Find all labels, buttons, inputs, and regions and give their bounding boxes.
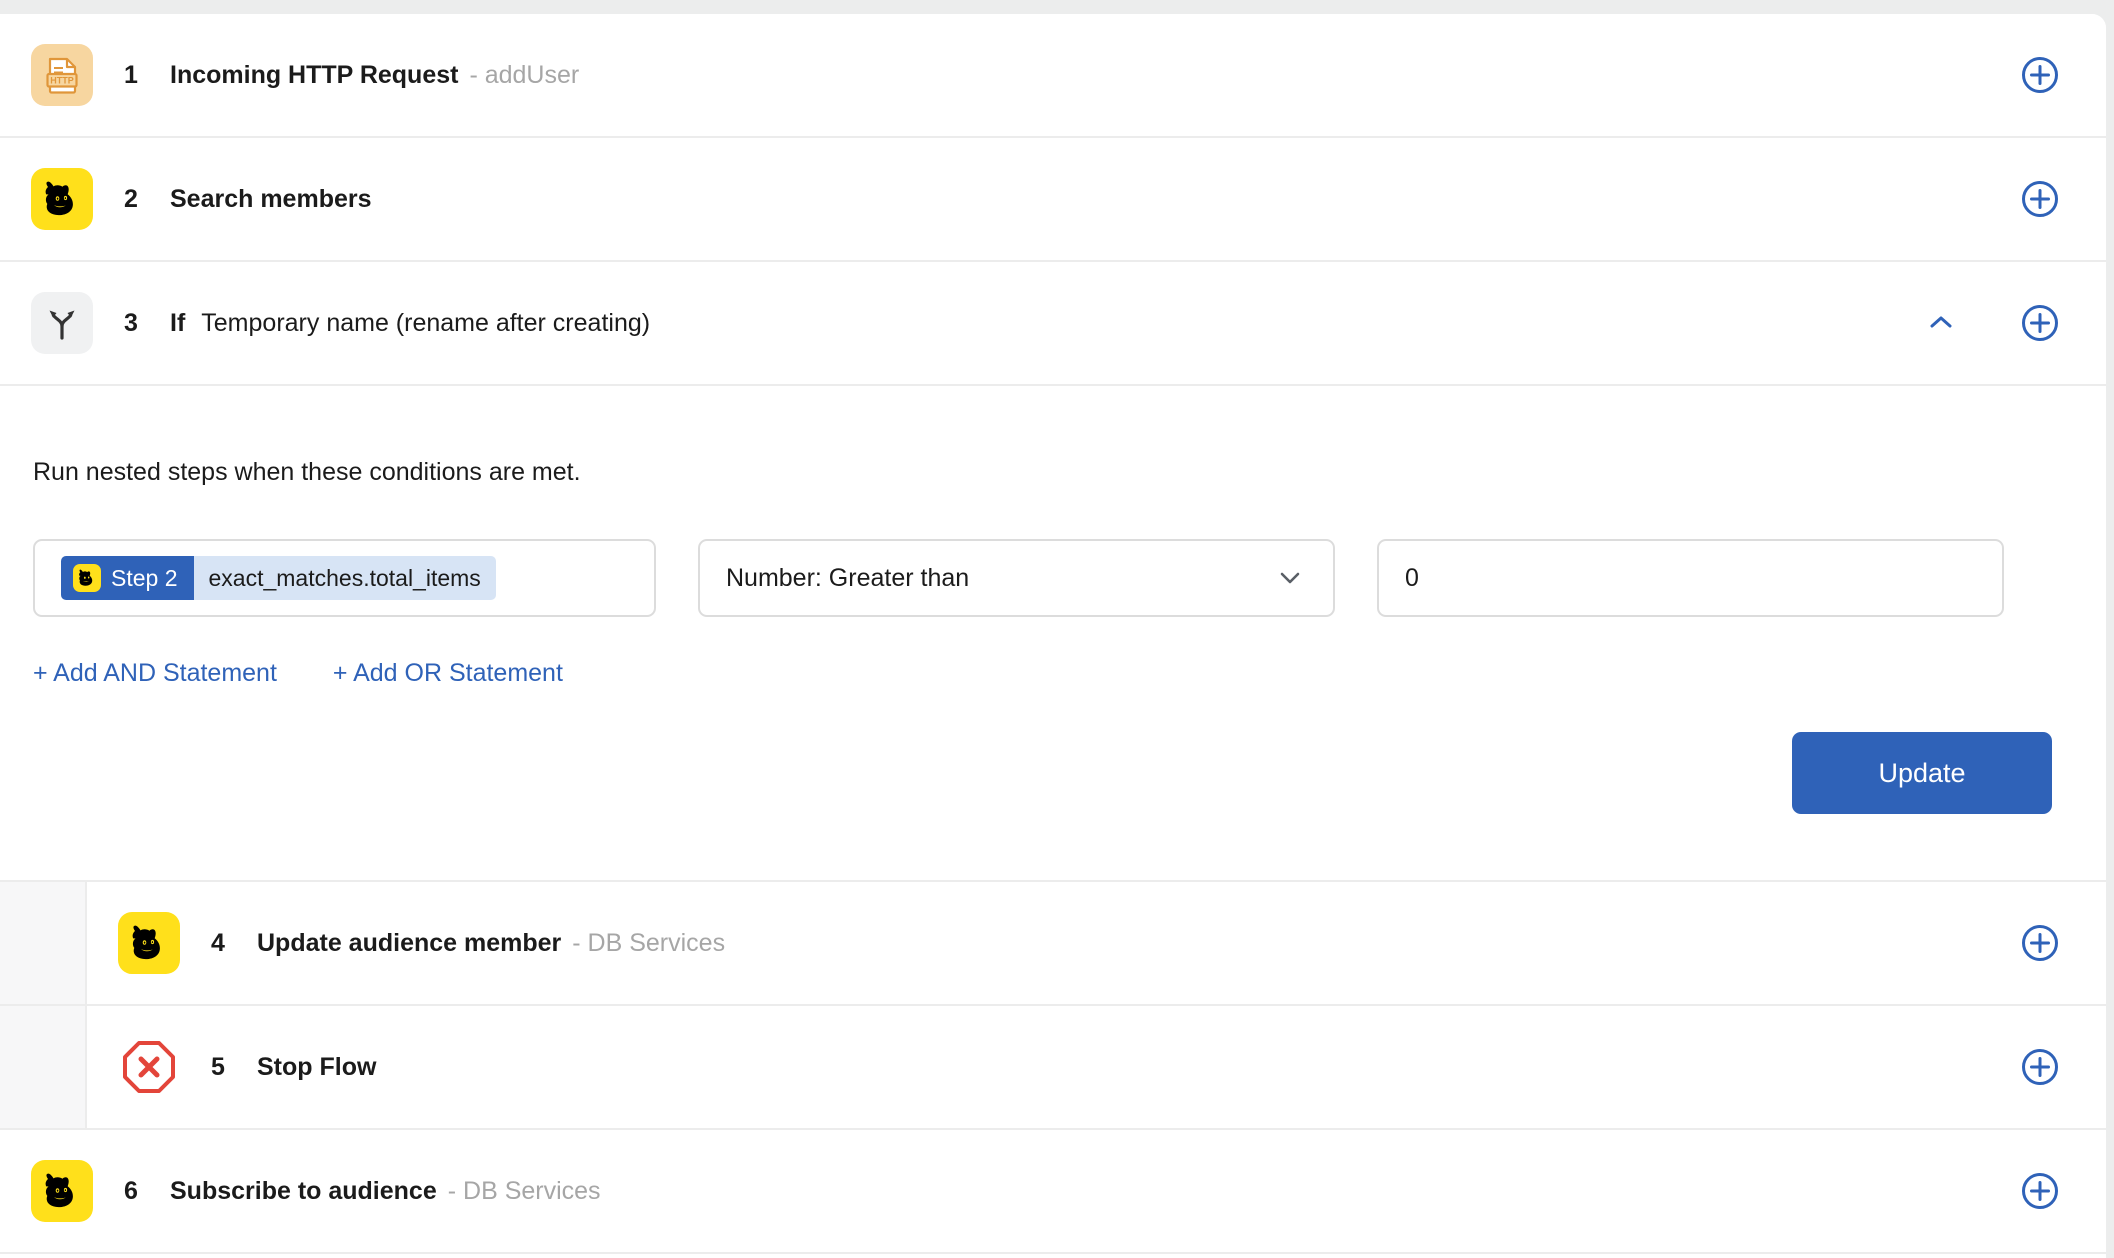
nested-step-4-icon-cell [87, 912, 211, 974]
step-3-icon-cell [0, 292, 124, 354]
step-token-step-label: Step 2 [111, 564, 178, 591]
chevron-down-icon [1273, 561, 1307, 595]
svg-text:HTTP: HTTP [50, 76, 74, 86]
http-document-icon: HTTP [31, 44, 93, 106]
nested-step-4-number: 4 [211, 928, 225, 957]
step-row-2[interactable]: 2 Search members [0, 138, 2106, 262]
nested-step-4-content: 4 Update audience member - DB Services [87, 882, 2106, 1004]
circle-plus-icon[interactable] [2018, 921, 2062, 965]
add-and-statement-link[interactable]: + Add AND Statement [33, 659, 277, 688]
circle-plus-icon[interactable] [2018, 177, 2062, 221]
step-3-title: Temporary name (rename after creating) [201, 308, 651, 337]
nested-step-4-title: Update audience member [257, 928, 562, 957]
step-row-6[interactable]: 6 Subscribe to audience - DB Services [0, 1130, 2106, 1254]
condition-panel: Run nested steps when these conditions a… [0, 386, 2106, 882]
nested-step-5-label: Stop Flow [257, 1053, 376, 1082]
nested-indent-gutter [0, 1006, 87, 1128]
step-3-label: If Temporary name (rename after creating… [170, 309, 650, 338]
step-2-label: Search members [170, 185, 372, 214]
branch-fork-icon [31, 292, 93, 354]
step-2-title: Search members [170, 184, 372, 213]
circle-plus-icon[interactable] [2018, 53, 2062, 97]
step-2-number: 2 [124, 184, 138, 213]
nested-step-5-content: 5 Stop Flow [87, 1006, 2106, 1128]
mailchimp-icon [31, 168, 93, 230]
step-3-number: 3 [124, 308, 138, 337]
mailchimp-icon [73, 564, 101, 592]
step-2-icon-cell [0, 168, 124, 230]
step-6-icon-cell [0, 1160, 124, 1222]
step-1-subtitle: - addUser [469, 60, 580, 89]
step-6-actions [2018, 1169, 2106, 1213]
circle-plus-icon[interactable] [2018, 1169, 2062, 1213]
step-1-label: Incoming HTTP Request - addUser [170, 61, 579, 90]
step-3-actions [1912, 294, 2106, 352]
condition-description: Run nested steps when these conditions a… [33, 458, 581, 486]
condition-field-input[interactable]: Step 2 exact_matches.total_items [33, 539, 656, 617]
nested-step-5-title: Stop Flow [257, 1052, 377, 1081]
step-row-1[interactable]: HTTP 1 Incoming HTTP Request - addUser [0, 14, 2106, 138]
add-or-statement-link[interactable]: + Add OR Statement [333, 659, 563, 688]
mailchimp-icon [118, 912, 180, 974]
nested-step-4-label: Update audience member - DB Services [257, 929, 725, 958]
step-row-3[interactable]: 3 If Temporary name (rename after creati… [0, 262, 2106, 386]
step-2-actions [2018, 177, 2106, 221]
nested-step-5-number: 5 [211, 1052, 225, 1081]
step-3-prefix: If [170, 308, 186, 337]
condition-value-text: 0 [1405, 563, 1419, 592]
condition-operator-select[interactable]: Number: Greater than [698, 539, 1335, 617]
condition-operator-value: Number: Greater than [726, 563, 970, 592]
step-1-actions [2018, 53, 2106, 97]
step-6-title: Subscribe to audience [170, 1176, 437, 1205]
nested-step-row-5[interactable]: 5 Stop Flow [0, 1006, 2106, 1130]
step-6-subtitle: - DB Services [447, 1176, 601, 1205]
flow-steps-card: HTTP 1 Incoming HTTP Request - addUser 2… [0, 14, 2106, 1258]
step-6-label: Subscribe to audience - DB Services [170, 1177, 601, 1206]
step-token-head: Step 2 [61, 556, 194, 600]
condition-value-input[interactable]: 0 [1377, 539, 2004, 617]
update-button-wrap: Update [0, 732, 2106, 814]
nested-step-row-4[interactable]: 4 Update audience member - DB Services [0, 882, 2106, 1006]
nested-step-4-actions [2018, 921, 2106, 965]
step-1-number: 1 [124, 60, 138, 89]
nested-step-4-subtitle: - DB Services [572, 928, 726, 957]
step-token-chip[interactable]: Step 2 exact_matches.total_items [61, 556, 496, 600]
mailchimp-icon [31, 1160, 93, 1222]
condition-row: Step 2 exact_matches.total_items Number:… [0, 539, 2106, 617]
nested-step-5-actions [2018, 1045, 2106, 1089]
step-token-field-path: exact_matches.total_items [193, 556, 496, 600]
step-1-title: Incoming HTTP Request [170, 60, 459, 89]
update-button[interactable]: Update [1792, 732, 2052, 814]
circle-plus-icon[interactable] [2018, 301, 2062, 345]
step-1-icon-cell: HTTP [0, 44, 124, 106]
stop-flow-icon [118, 1036, 180, 1098]
chevron-up-icon[interactable] [1912, 294, 1970, 352]
flow-builder-page: HTTP 1 Incoming HTTP Request - addUser 2… [0, 0, 2114, 1258]
circle-plus-icon[interactable] [2018, 1045, 2062, 1089]
nested-step-5-icon-cell [87, 1036, 211, 1098]
step-6-number: 6 [124, 1176, 138, 1205]
nested-indent-gutter [0, 882, 87, 1004]
statement-links: + Add AND Statement + Add OR Statement [0, 659, 2106, 688]
